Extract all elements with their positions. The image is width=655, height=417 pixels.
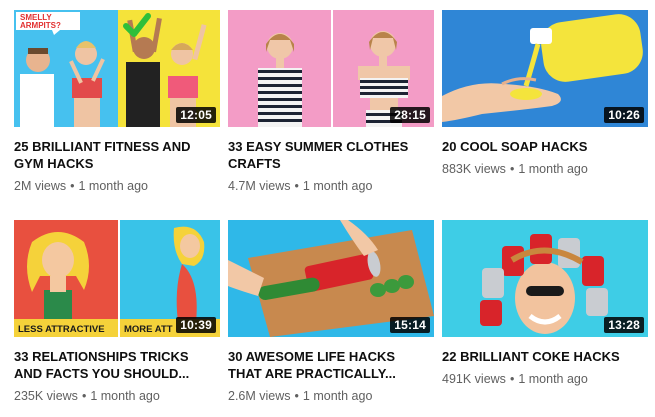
meta-separator: • xyxy=(294,389,299,403)
meta-separator: • xyxy=(509,162,515,176)
meta-separator: • xyxy=(70,179,75,193)
video-duration: 13:28 xyxy=(604,317,644,333)
upload-age: 1 month ago xyxy=(518,372,588,386)
video-thumbnail[interactable]: 28:15 xyxy=(228,10,434,127)
video-thumbnail[interactable]: 13:28 xyxy=(442,220,648,337)
video-title[interactable]: 33 RELATIONSHIPS TRICKS AND FACTS YOU SH… xyxy=(14,348,214,382)
view-count: 4.7M views xyxy=(228,179,291,193)
video-title-line: 33 EASY SUMMER CLOTHES xyxy=(228,139,409,154)
upload-age: 1 month ago xyxy=(518,162,588,176)
upload-age: 1 month ago xyxy=(302,179,373,193)
video-title-line: GYM HACKS xyxy=(14,156,94,171)
video-title-line: 22 BRILLIANT COKE HACKS xyxy=(442,349,620,364)
video-card[interactable]: 10:26 20 COOL SOAP HACKS 883K views • 1 mo… xyxy=(442,10,648,177)
upload-age: 1 month ago xyxy=(90,389,160,403)
video-thumbnail[interactable]: 10:26 xyxy=(442,10,648,127)
thumb-label-less: LESS ATTRACTIVE xyxy=(18,324,105,335)
video-meta: 2M views • 1 month ago xyxy=(14,178,220,194)
video-title-line: AND FACTS YOU SHOULD... xyxy=(14,366,190,381)
video-meta: 235K views • 1 month ago xyxy=(14,388,220,404)
video-title-line: CRAFTS xyxy=(228,156,281,171)
video-title-line: 30 AWESOME LIFE HACKS xyxy=(228,349,396,364)
video-duration: 10:39 xyxy=(176,317,216,333)
video-card[interactable]: 28:15 33 EASY SUMMER CLOTHES CRAFTS 4.7M… xyxy=(228,10,434,194)
view-count: 883K views xyxy=(442,162,506,176)
video-duration: 12:05 xyxy=(176,107,216,123)
thumb-label-more: MORE ATT xyxy=(124,324,173,335)
view-count: 2M views xyxy=(14,179,67,193)
video-title-line: 33 RELATIONSHIPS TRICKS xyxy=(14,349,189,364)
meta-separator: • xyxy=(294,179,299,193)
video-title[interactable]: 22 BRILLIANT COKE HACKS xyxy=(442,348,642,365)
view-count: 235K views xyxy=(14,389,78,403)
video-meta: 4.7M views • 1 month ago xyxy=(228,178,434,194)
video-title[interactable]: 20 COOL SOAP HACKS xyxy=(442,138,642,155)
video-title[interactable]: 25 BRILLIANT FITNESS AND GYM HACKS xyxy=(14,138,214,172)
meta-separator: • xyxy=(81,389,87,403)
view-count: 2.6M views xyxy=(228,389,291,403)
video-thumbnail[interactable]: 15:14 xyxy=(228,220,434,337)
view-count: 491K views xyxy=(442,372,506,386)
video-duration: 10:26 xyxy=(604,107,644,123)
video-card[interactable]: SMELLY ARMPITS? 12:05 25 BRILLIANT FITNE… xyxy=(14,10,220,194)
upload-age: 1 month ago xyxy=(302,389,373,403)
video-meta: 491K views • 1 month ago xyxy=(442,371,648,387)
video-title[interactable]: 30 AWESOME LIFE HACKS THAT ARE PRACTICAL… xyxy=(228,348,428,382)
video-meta: 883K views • 1 month ago xyxy=(442,161,648,177)
video-card[interactable]: LESS ATTRACTIVE MORE ATT 10:39 33 RELATI… xyxy=(14,220,220,404)
thumb-text-armpits: ARMPITS? xyxy=(20,21,61,30)
video-title-line: 20 COOL SOAP HACKS xyxy=(442,139,588,154)
video-thumbnail[interactable]: SMELLY ARMPITS? 12:05 xyxy=(14,10,220,127)
video-duration: 15:14 xyxy=(390,317,430,333)
meta-separator: • xyxy=(509,372,515,386)
video-card[interactable]: 15:14 30 AWESOME LIFE HACKS THAT ARE PRA… xyxy=(228,220,434,404)
upload-age: 1 month ago xyxy=(78,179,148,193)
video-title-line: THAT ARE PRACTICALLY... xyxy=(228,366,396,381)
video-meta: 2.6M views • 1 month ago xyxy=(228,388,434,404)
video-title[interactable]: 33 EASY SUMMER CLOTHES CRAFTS xyxy=(228,138,428,172)
video-duration: 28:15 xyxy=(390,107,430,123)
video-thumbnail[interactable]: LESS ATTRACTIVE MORE ATT 10:39 xyxy=(14,220,220,337)
video-card[interactable]: 13:28 22 BRILLIANT COKE HACKS 491K views… xyxy=(442,220,648,387)
video-title-line: 25 BRILLIANT FITNESS AND xyxy=(14,139,191,154)
